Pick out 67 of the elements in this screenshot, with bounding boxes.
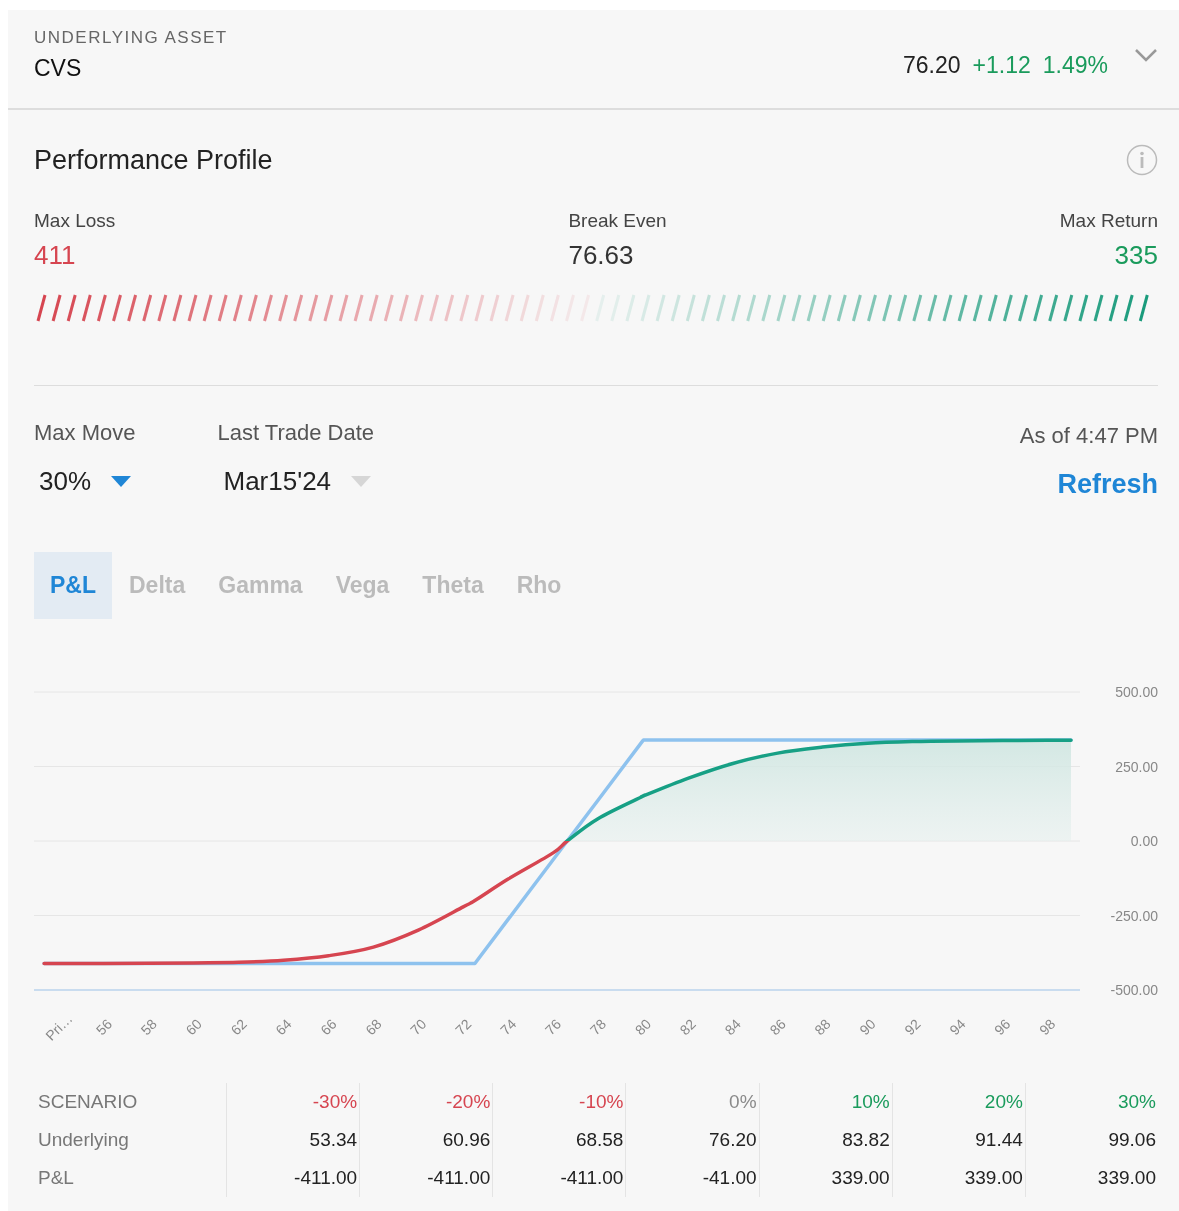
x-axis-label: Pri… [42,1010,76,1044]
max-move-label: Max Move [34,420,136,446]
table-cell: 99.06 [1024,1121,1158,1159]
table-cell: -41.00 [625,1159,759,1197]
metric-value: 335 [1114,240,1158,271]
y-axis-label: 250.00 [1115,758,1158,775]
asset-label: UNDERLYING ASSET [34,28,228,48]
scenario-header: 10% [758,1083,892,1121]
x-axis-label: 96 [991,1015,1014,1039]
table-cell: 339.00 [758,1159,892,1197]
x-axis-label: 94 [946,1015,969,1039]
timestamp: As of 4:47 PM [1019,422,1158,449]
table-cell: 76.20 [625,1121,759,1159]
x-axis-label: 88 [811,1015,834,1039]
table-cell: -411.00 [359,1159,493,1197]
table-cell: 53.34 [226,1121,360,1159]
x-axis-label: 84 [721,1015,744,1039]
y-axis-label: -500.00 [1110,982,1158,998]
x-axis-label: 56 [92,1015,115,1039]
asset-price: 76.20 [903,52,961,79]
x-axis-label: 70 [407,1015,430,1039]
last-trade-date-label: Last Trade Date [217,420,375,446]
x-axis-label: 62 [227,1015,250,1039]
x-axis-label: 90 [856,1015,879,1039]
table-cell: -411.00 [492,1159,626,1197]
table-cell: 68.58 [492,1121,626,1159]
x-axis-label: 58 [137,1015,160,1039]
x-axis-label: 78 [586,1015,610,1039]
scenario-header: 0% [625,1083,759,1121]
y-axis-label: -250.00 [1110,907,1158,924]
x-axis-label: 68 [362,1015,385,1039]
scenario-header: 20% [891,1083,1025,1121]
metric-label: Max Return [1059,210,1158,232]
x-axis-label: 60 [182,1015,205,1039]
metric-label: Break Even [568,210,667,232]
metric-value: 76.63 [568,240,634,271]
x-axis-label: 80 [631,1015,655,1039]
x-axis-label: 72 [452,1015,475,1039]
table-cell: 91.44 [891,1121,1025,1159]
x-axis-label: 82 [676,1015,699,1039]
table-header: SCENARIO [38,1090,139,1114]
y-axis-label: 500.00 [1115,684,1158,700]
table-cell: 339.00 [891,1159,1025,1197]
metric-value: 411 [34,240,77,271]
scenario-header: -20% [359,1083,493,1121]
x-axis-label: 98 [1036,1015,1059,1039]
row-label: Underlying [38,1128,130,1152]
table-cell: -411.00 [226,1159,360,1197]
section-title: Performance Profile [34,144,273,176]
asset-symbol: CVS [34,55,83,82]
price-change: +1.12 [972,52,1031,79]
table-cell: 60.96 [359,1121,493,1159]
price-change-percent: 1.49% [1042,52,1108,79]
y-axis-label: 0.00 [1130,833,1158,849]
x-axis-label: 66 [317,1015,340,1039]
scenario-header: 30% [1024,1083,1158,1121]
row-label: P&L [38,1166,75,1190]
x-axis-label: 74 [497,1015,520,1039]
table-cell: 339.00 [1024,1159,1158,1197]
x-axis-label: 76 [541,1015,565,1039]
metric-label: Max Loss [34,210,116,232]
scenario-header: -10% [492,1083,626,1121]
x-axis-label: 86 [766,1015,789,1039]
table-cell: 83.82 [758,1121,892,1159]
x-axis-label: 64 [272,1015,295,1039]
x-axis-label: 92 [901,1015,924,1039]
scenario-header: -30% [226,1083,360,1121]
